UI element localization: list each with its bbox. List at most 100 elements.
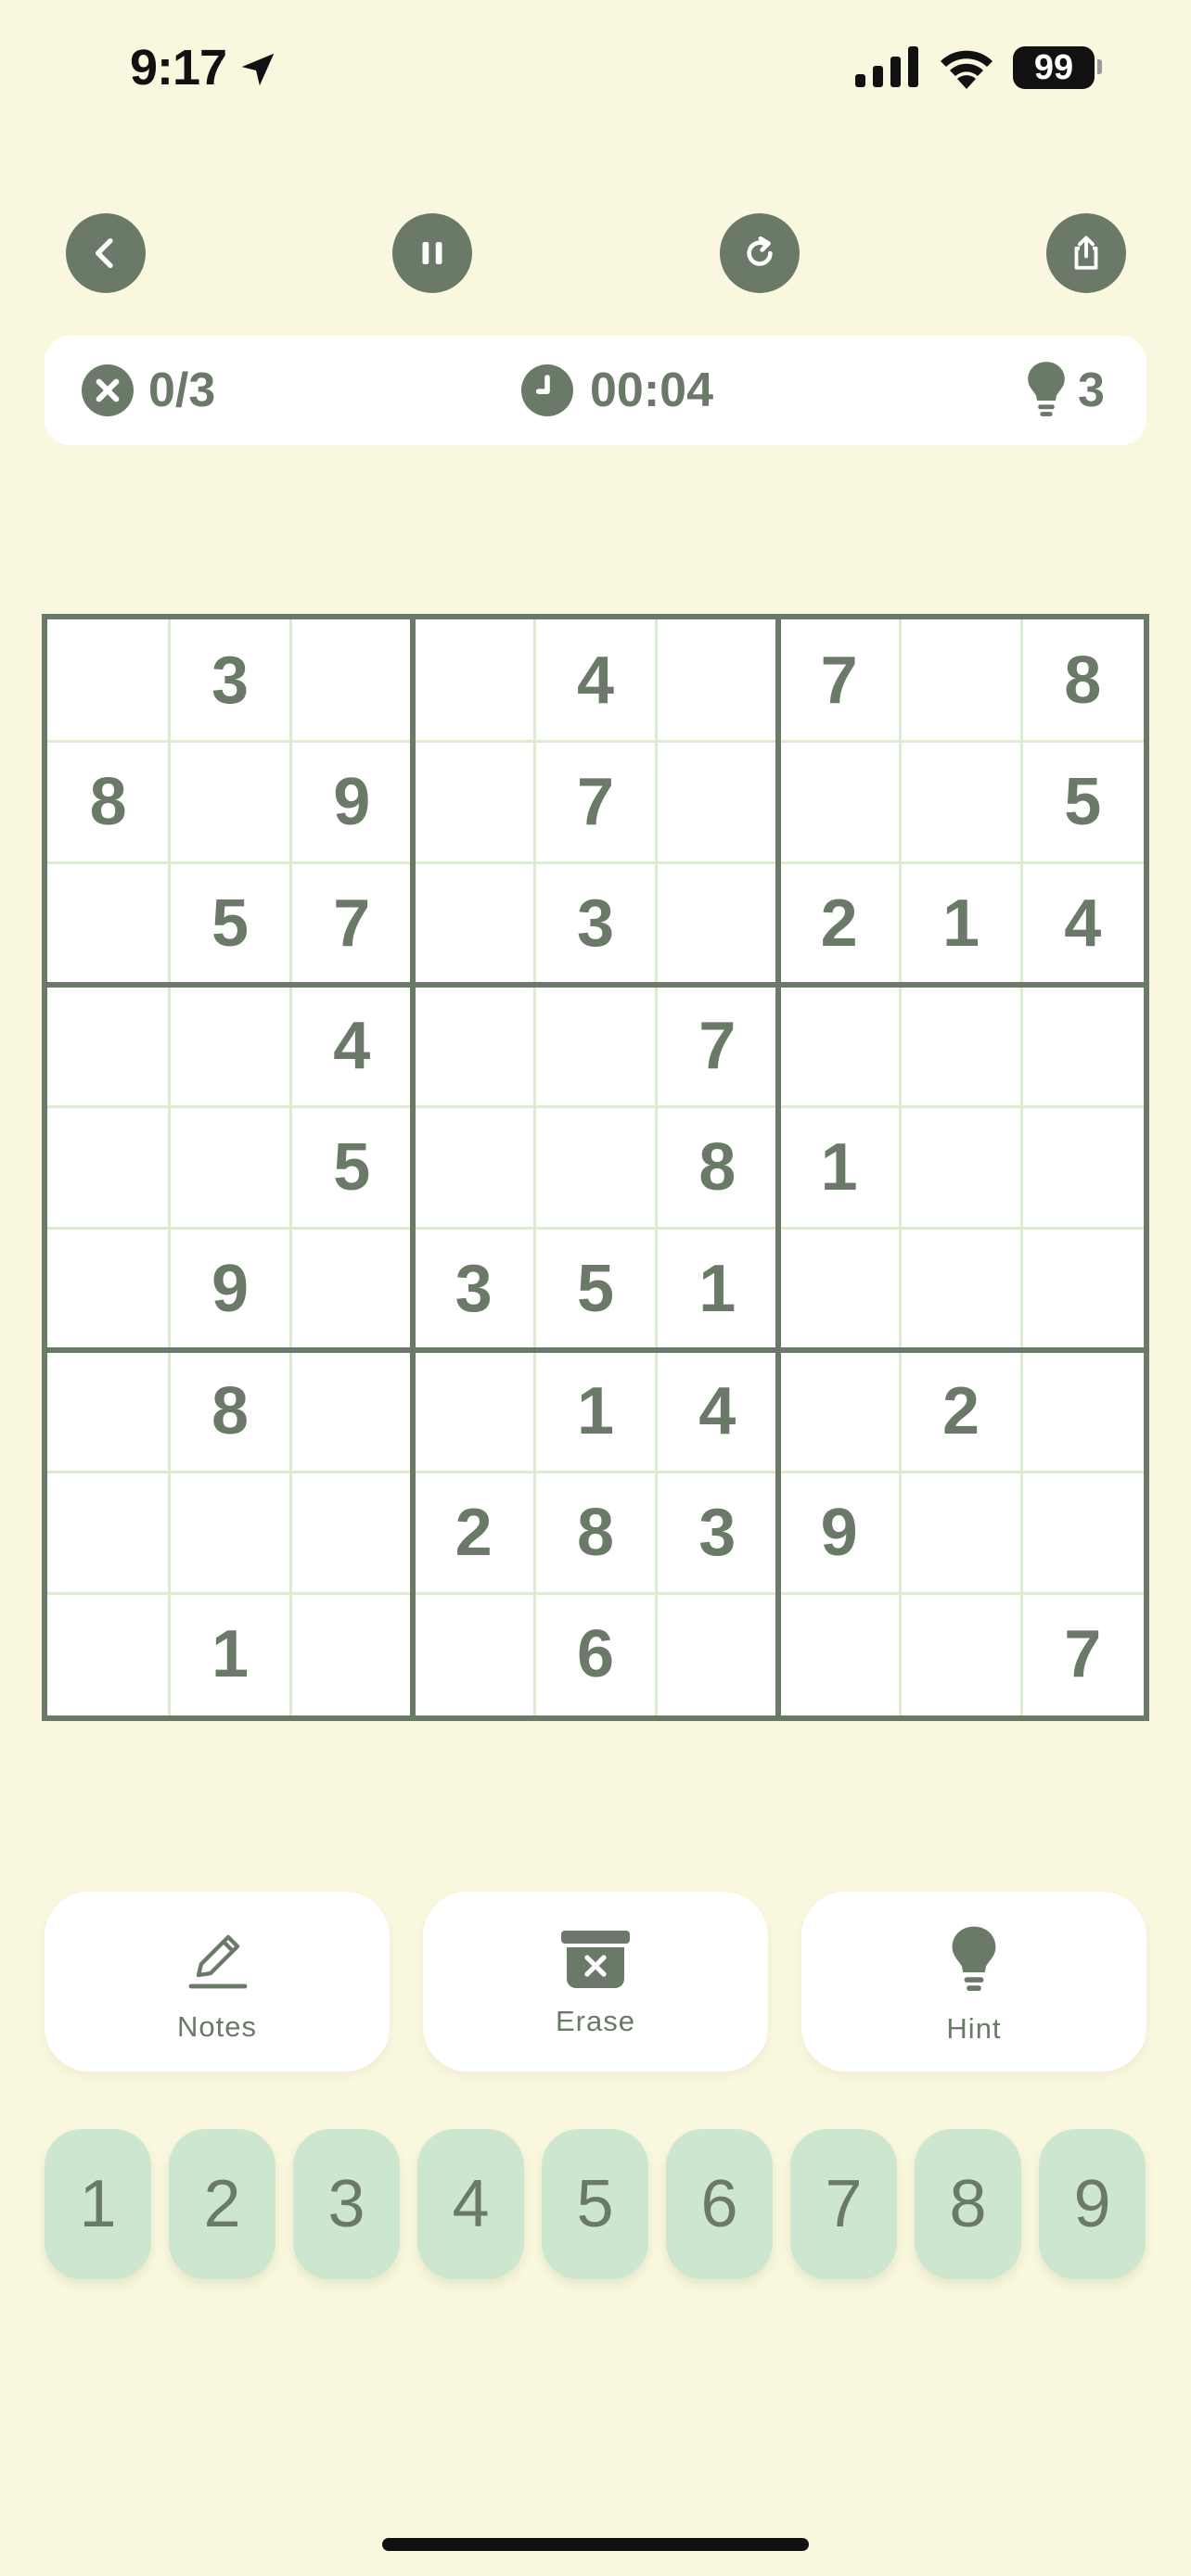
pause-button[interactable] — [392, 213, 472, 293]
sudoku-cell[interactable]: 4 — [657, 1350, 778, 1472]
sudoku-cell[interactable] — [1022, 1106, 1144, 1228]
number-button-8[interactable]: 8 — [915, 2129, 1021, 2279]
number-button-5[interactable]: 5 — [542, 2129, 648, 2279]
sudoku-cell[interactable]: 5 — [534, 1229, 656, 1350]
sudoku-cell[interactable] — [169, 1106, 290, 1228]
sudoku-cell[interactable] — [778, 1229, 900, 1350]
sudoku-cell[interactable]: 1 — [169, 1594, 290, 1715]
sudoku-cell[interactable] — [291, 1350, 413, 1472]
number-button-9[interactable]: 9 — [1039, 2129, 1146, 2279]
sudoku-cell[interactable] — [413, 863, 534, 985]
sudoku-cell[interactable]: 7 — [657, 985, 778, 1106]
timer: 00:04 — [521, 336, 713, 445]
sudoku-cell[interactable]: 2 — [900, 1350, 1021, 1472]
number-button-1[interactable]: 1 — [45, 2129, 151, 2279]
sudoku-cell[interactable]: 8 — [657, 1106, 778, 1228]
notes-button[interactable]: Notes — [45, 1892, 390, 2072]
sudoku-cell[interactable]: 2 — [778, 863, 900, 985]
sudoku-cell[interactable] — [47, 1594, 169, 1715]
sudoku-cell[interactable]: 3 — [534, 863, 656, 985]
sudoku-cell[interactable] — [778, 741, 900, 862]
sudoku-cell[interactable] — [47, 1472, 169, 1593]
sudoku-cell[interactable]: 5 — [1022, 741, 1144, 862]
sudoku-cell[interactable] — [413, 985, 534, 1106]
sudoku-cell[interactable] — [900, 619, 1021, 741]
sudoku-cell[interactable] — [47, 985, 169, 1106]
sudoku-cell[interactable] — [291, 1472, 413, 1593]
sudoku-cell[interactable] — [291, 1229, 413, 1350]
sudoku-cell[interactable]: 8 — [1022, 619, 1144, 741]
sudoku-cell[interactable] — [900, 985, 1021, 1106]
sudoku-cell[interactable] — [657, 741, 778, 862]
erase-button[interactable]: Erase — [423, 1892, 768, 2072]
sudoku-cell[interactable]: 6 — [534, 1594, 656, 1715]
sudoku-cell[interactable]: 7 — [534, 741, 656, 862]
sudoku-cell[interactable] — [900, 1472, 1021, 1593]
sudoku-cell[interactable] — [413, 1594, 534, 1715]
sudoku-cell[interactable]: 7 — [1022, 1594, 1144, 1715]
sudoku-cell[interactable] — [1022, 1350, 1144, 1472]
number-button-3[interactable]: 3 — [293, 2129, 400, 2279]
sudoku-cell[interactable] — [900, 1106, 1021, 1228]
sudoku-cell[interactable] — [657, 863, 778, 985]
restart-button[interactable] — [720, 213, 800, 293]
sudoku-cell[interactable] — [778, 985, 900, 1106]
sudoku-cell[interactable]: 7 — [291, 863, 413, 985]
sudoku-cell[interactable] — [1022, 985, 1144, 1106]
sudoku-cell[interactable] — [413, 1350, 534, 1472]
sudoku-cell[interactable] — [900, 741, 1021, 862]
sudoku-cell[interactable]: 9 — [169, 1229, 290, 1350]
sudoku-cell[interactable] — [169, 1472, 290, 1593]
sudoku-cell[interactable] — [1022, 1229, 1144, 1350]
sudoku-cell[interactable] — [169, 985, 290, 1106]
sudoku-cell[interactable]: 3 — [169, 619, 290, 741]
sudoku-cell[interactable] — [1022, 1472, 1144, 1593]
sudoku-cell[interactable] — [169, 741, 290, 862]
sudoku-cell[interactable]: 5 — [291, 1106, 413, 1228]
sudoku-cell[interactable]: 1 — [778, 1106, 900, 1228]
sudoku-cell[interactable]: 8 — [169, 1350, 290, 1472]
sudoku-cell[interactable]: 4 — [534, 619, 656, 741]
erase-icon — [561, 1931, 630, 1988]
share-button[interactable] — [1046, 213, 1126, 293]
sudoku-cell[interactable]: 7 — [778, 619, 900, 741]
sudoku-cell[interactable] — [47, 1106, 169, 1228]
sudoku-cell[interactable]: 3 — [413, 1229, 534, 1350]
number-button-2[interactable]: 2 — [169, 2129, 275, 2279]
sudoku-cell[interactable]: 3 — [657, 1472, 778, 1593]
sudoku-cell[interactable] — [291, 619, 413, 741]
share-icon — [1074, 236, 1098, 270]
sudoku-cell[interactable] — [900, 1594, 1021, 1715]
number-button-7[interactable]: 7 — [790, 2129, 897, 2279]
sudoku-cell[interactable] — [291, 1594, 413, 1715]
sudoku-cell[interactable] — [657, 619, 778, 741]
number-button-4[interactable]: 4 — [417, 2129, 524, 2279]
back-button[interactable] — [66, 213, 146, 293]
sudoku-cell[interactable]: 9 — [778, 1472, 900, 1593]
sudoku-cell[interactable]: 8 — [47, 741, 169, 862]
sudoku-cell[interactable] — [778, 1594, 900, 1715]
sudoku-cell[interactable] — [534, 1106, 656, 1228]
sudoku-cell[interactable] — [534, 985, 656, 1106]
sudoku-cell[interactable]: 9 — [291, 741, 413, 862]
sudoku-cell[interactable] — [413, 619, 534, 741]
sudoku-cell[interactable]: 1 — [900, 863, 1021, 985]
number-button-6[interactable]: 6 — [666, 2129, 773, 2279]
sudoku-cell[interactable] — [900, 1229, 1021, 1350]
sudoku-cell[interactable] — [657, 1594, 778, 1715]
sudoku-cell[interactable]: 4 — [1022, 863, 1144, 985]
sudoku-cell[interactable] — [47, 863, 169, 985]
sudoku-cell[interactable] — [47, 1229, 169, 1350]
sudoku-cell[interactable] — [47, 1350, 169, 1472]
sudoku-cell[interactable]: 1 — [534, 1350, 656, 1472]
sudoku-cell[interactable]: 4 — [291, 985, 413, 1106]
sudoku-cell[interactable]: 1 — [657, 1229, 778, 1350]
sudoku-cell[interactable]: 5 — [169, 863, 290, 985]
hint-button[interactable]: Hint — [801, 1892, 1146, 2072]
sudoku-cell[interactable] — [413, 741, 534, 862]
sudoku-cell[interactable]: 8 — [534, 1472, 656, 1593]
sudoku-cell[interactable] — [413, 1106, 534, 1228]
sudoku-cell[interactable]: 2 — [413, 1472, 534, 1593]
sudoku-cell[interactable] — [47, 619, 169, 741]
sudoku-cell[interactable] — [778, 1350, 900, 1472]
